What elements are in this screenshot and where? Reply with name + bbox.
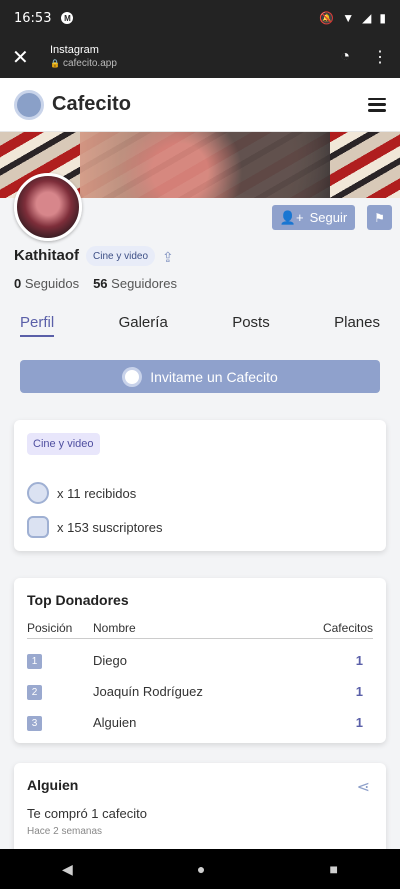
post-card: Alguien ⋖ Te compró 1 cafecito Hace 2 se…: [14, 763, 386, 858]
browser-url: 🔒 cafecito.app: [50, 58, 117, 70]
battery-icon: ▮: [379, 11, 386, 25]
avatar: [14, 173, 82, 241]
position-badge: 3: [27, 716, 42, 731]
back-icon[interactable]: ◀: [62, 861, 73, 878]
browser-title: Instagram: [50, 44, 99, 57]
received-text: x 11 recibidos: [57, 485, 137, 501]
menu-icon[interactable]: [368, 97, 386, 112]
header-pos: Posición: [27, 621, 73, 635]
share-icon[interactable]: ⋖: [357, 777, 370, 797]
browser-bar: ✕ Instagram 🔒 cafecito.app ◔ ⋮: [0, 36, 400, 78]
tab-galeria[interactable]: Galería: [119, 314, 168, 337]
position-badge: 2: [27, 685, 42, 700]
followers-stat[interactable]: 56 Seguidores: [93, 276, 177, 291]
subscribers-stat: x 153 suscriptores: [27, 516, 163, 538]
recents-icon[interactable]: ■: [329, 861, 337, 877]
cafecito-icon: [27, 482, 49, 504]
post-author: Alguien: [27, 777, 79, 793]
tab-perfil[interactable]: Perfil: [20, 314, 55, 337]
mute-icon: 🔕: [319, 11, 335, 25]
table-row: 1 Diego 1: [27, 652, 373, 669]
status-icons: 🔕 ▼ ◢ ▮: [319, 11, 386, 25]
timer-icon[interactable]: ◔: [340, 48, 350, 66]
lock-icon: 🔒: [50, 58, 60, 68]
browser-actions: ◔ ⋮: [340, 47, 388, 67]
donors-table-header: Posición Nombre Cafecitos: [27, 621, 373, 639]
tab-planes[interactable]: Planes: [334, 314, 380, 337]
top-donors-card: Top Donadores Posición Nombre Cafecitos …: [14, 578, 386, 743]
followers-count: 56: [93, 276, 108, 291]
share-icon[interactable]: ⇪: [162, 249, 174, 266]
table-row: 3 Alguien 1: [27, 714, 373, 731]
donor-name: Alguien: [93, 715, 137, 730]
category-badge: Cine y video: [86, 246, 156, 266]
follow-stats: 0 Seguidos 56 Seguidores: [14, 276, 177, 291]
username: Kathitaof: [14, 247, 79, 264]
cafecito-icon: [122, 366, 143, 387]
donor-name: Diego: [93, 653, 127, 668]
home-icon[interactable]: ●: [197, 861, 205, 877]
subscription-lock-icon: [27, 516, 49, 538]
flag-icon: ⚑: [374, 210, 385, 225]
add-user-icon: 👤+: [279, 209, 304, 225]
app-header: Cafecito: [0, 78, 400, 132]
following-label: Seguidos: [24, 276, 80, 291]
status-time: 16:53: [14, 10, 52, 26]
following-count: 0: [14, 276, 22, 291]
profile-tabs: Perfil Galería Posts Planes: [20, 314, 380, 337]
tab-posts[interactable]: Posts: [232, 314, 270, 337]
motorola-icon: M: [61, 12, 74, 24]
browser-url-text: cafecito.app: [62, 57, 117, 69]
position-badge: 1: [27, 654, 42, 669]
browser-titles: Instagram 🔒 cafecito.app: [50, 44, 117, 69]
report-button[interactable]: ⚑: [367, 205, 392, 230]
more-vert-icon[interactable]: ⋮: [372, 47, 388, 67]
header-name: Nombre: [93, 621, 136, 635]
donor-count: 1: [355, 653, 363, 668]
table-row: 2 Joaquín Rodríguez 1: [27, 683, 373, 700]
received-stat: x 11 recibidos: [27, 482, 136, 504]
post-time: Hace 2 semanas: [27, 826, 103, 837]
follow-label: Seguir: [309, 210, 348, 225]
wifi-icon: ▼: [342, 11, 355, 25]
cover-photo: [80, 132, 330, 198]
brand-name[interactable]: Cafecito: [52, 93, 131, 116]
donor-name: Joaquín Rodríguez: [93, 684, 203, 699]
following-stat[interactable]: 0 Seguidos: [14, 276, 79, 291]
post-message: Te compró 1 cafecito: [27, 806, 147, 821]
system-nav-bar: ◀ ● ■: [0, 849, 400, 889]
about-card: Cine y video x 11 recibidos x 153 suscri…: [14, 420, 386, 551]
cafecito-logo-icon[interactable]: [14, 89, 44, 120]
donor-count: 1: [355, 684, 363, 699]
top-donors-title: Top Donadores: [27, 592, 129, 608]
donor-count: 1: [355, 715, 363, 730]
category-tag: Cine y video: [27, 433, 100, 455]
invite-cafecito-button[interactable]: Invitame un Cafecito: [20, 360, 380, 393]
header-cafecitos: Cafecitos: [322, 621, 373, 635]
close-icon[interactable]: ✕: [12, 45, 36, 70]
status-bar: 16:53 M 🔕 ▼ ◢ ▮: [0, 0, 400, 36]
follow-button[interactable]: 👤+ Seguir: [272, 205, 355, 230]
subscribers-text: x 153 suscriptores: [57, 519, 163, 535]
signal-icon: ◢: [362, 11, 372, 25]
followers-label: Seguidores: [111, 276, 177, 291]
invite-label: Invitame un Cafecito: [150, 368, 278, 385]
